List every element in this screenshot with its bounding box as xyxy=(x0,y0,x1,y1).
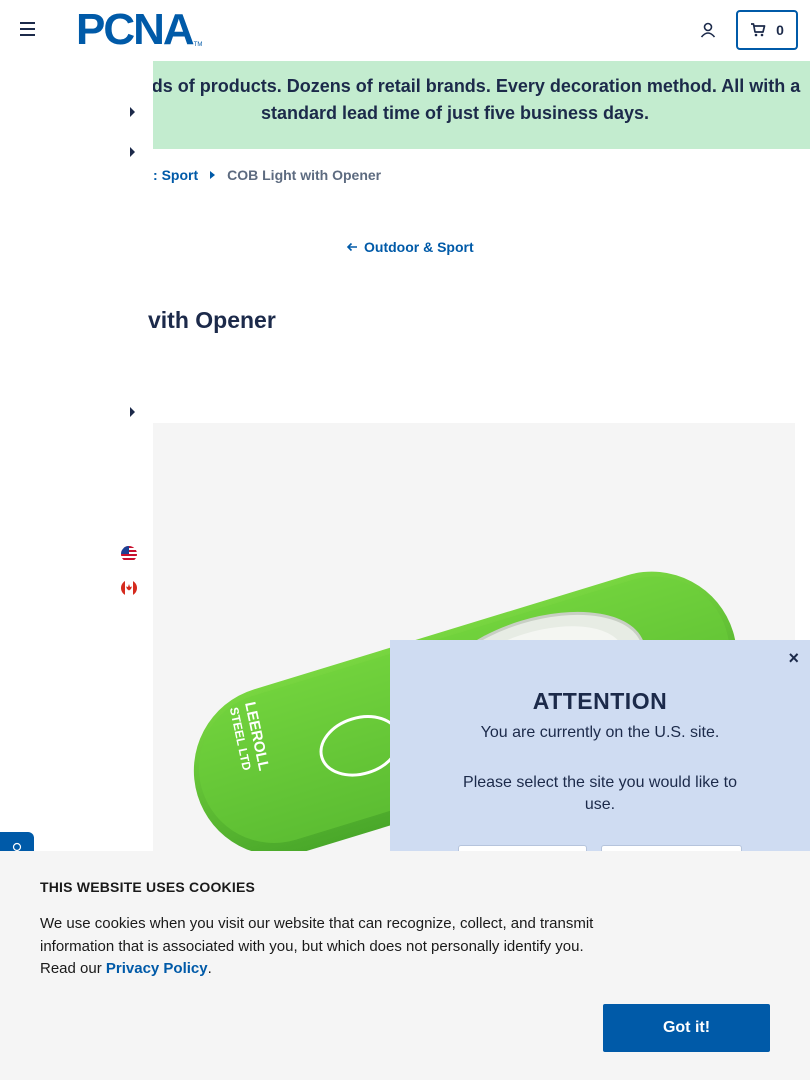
banner-text: usands of products. Dozens of retail bra… xyxy=(109,76,801,123)
close-icon[interactable]: × xyxy=(788,648,799,669)
modal-current-site: You are currently on the U.S. site. xyxy=(480,724,720,741)
back-to-category-link[interactable]: Outdoor & Sport xyxy=(346,239,474,255)
us-flag-icon[interactable] xyxy=(121,546,137,562)
breadcrumb: : Sport COB Light with Opener xyxy=(153,167,381,183)
drawer-expand-icon[interactable] xyxy=(130,147,135,157)
pcna-logo[interactable]: PCNA TM xyxy=(76,5,203,54)
accept-cookies-button[interactable]: Got it! xyxy=(603,1004,770,1052)
logo-text: PCNA xyxy=(76,5,195,54)
logo-tm: TM xyxy=(193,42,203,48)
cookie-text: We use cookies when you visit our websit… xyxy=(40,915,594,977)
drawer-expand-icon[interactable] xyxy=(130,107,135,117)
cookie-title: THIS WEBSITE USES COOKIES xyxy=(40,879,256,895)
chevron-right-icon xyxy=(210,171,216,179)
cart-icon xyxy=(751,23,766,37)
arrow-left-icon xyxy=(346,242,357,252)
drawer-expand-icon[interactable] xyxy=(130,407,135,417)
canada-flag-icon[interactable] xyxy=(121,580,137,596)
menu-icon[interactable] xyxy=(20,22,36,36)
cart-button[interactable]: 0 xyxy=(736,10,798,50)
cookie-banner: THIS WEBSITE USES COOKIES We use cookies… xyxy=(0,851,810,1080)
region-select-modal: × ATTENTION You are currently on the U.S… xyxy=(390,640,810,885)
site-header: PCNA TM 0 xyxy=(0,0,810,61)
modal-instruction: Please select the site you would like to… xyxy=(463,774,737,813)
back-link-label: Outdoor & Sport xyxy=(364,239,474,255)
product-title: vith Opener xyxy=(148,307,276,333)
account-icon[interactable] xyxy=(699,21,717,39)
cart-count: 0 xyxy=(776,22,784,38)
modal-title: ATTENTION xyxy=(532,688,668,714)
breadcrumb-current: COB Light with Opener xyxy=(227,167,382,183)
breadcrumb-link-sport[interactable]: : Sport xyxy=(153,167,198,183)
privacy-policy-link[interactable]: Privacy Policy xyxy=(106,960,208,977)
